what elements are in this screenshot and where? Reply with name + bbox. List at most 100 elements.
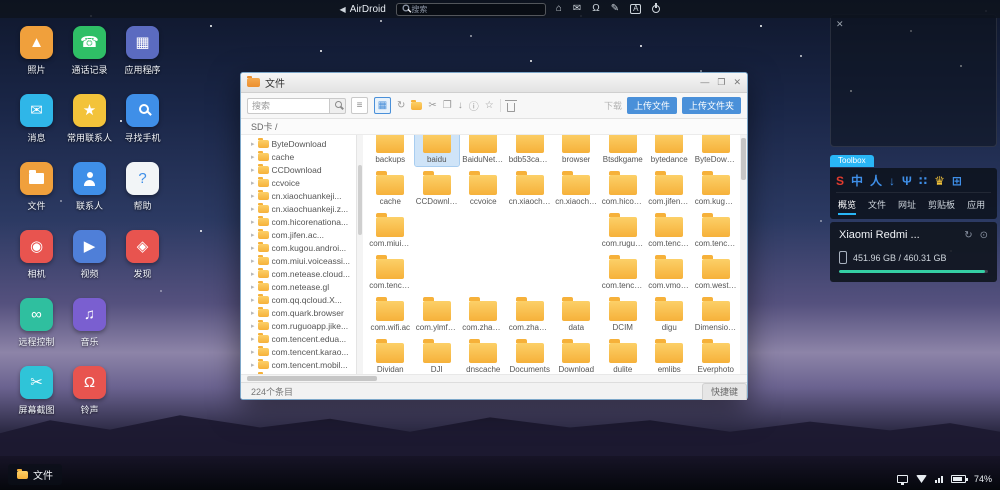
s-logo-icon[interactable]: S bbox=[836, 175, 844, 187]
toolbox-tab-文件[interactable]: 文件 bbox=[868, 198, 886, 215]
file-item[interactable]: ByteDownl... bbox=[693, 135, 740, 169]
download-icon[interactable]: ↓ bbox=[458, 100, 463, 111]
monitor-icon[interactable] bbox=[897, 475, 908, 483]
file-item[interactable]: com.wifi.ac bbox=[367, 295, 414, 337]
desktop-icon[interactable]: 文件 bbox=[10, 162, 63, 230]
file-item[interactable]: cache bbox=[367, 169, 414, 211]
file-item[interactable]: com.vmos... bbox=[646, 253, 693, 295]
compose-icon[interactable]: ✎ bbox=[611, 4, 619, 14]
desktop-icon[interactable]: ?帮助 bbox=[116, 162, 169, 230]
close-icon[interactable]: ✕ bbox=[836, 19, 844, 30]
desktop-icon[interactable]: 寻找手机 bbox=[116, 94, 169, 162]
list-view-icon[interactable]: ≡ bbox=[351, 97, 368, 114]
tree-item[interactable]: ▸cn.xiaochuankeji... bbox=[241, 189, 356, 202]
file-item[interactable]: cn.xiaochu... bbox=[507, 169, 554, 211]
language-icon[interactable]: A bbox=[630, 4, 641, 14]
file-item[interactable]: BaiduNetdi... bbox=[460, 135, 507, 169]
mic-icon[interactable]: Ψ bbox=[902, 175, 912, 187]
taskbar-file-item[interactable]: 文件 bbox=[8, 464, 62, 485]
file-item[interactable]: com.tence... bbox=[646, 211, 693, 253]
desktop-icon[interactable]: ♫音乐 bbox=[63, 298, 116, 366]
desktop-icon[interactable]: ✂屏幕截图 bbox=[10, 366, 63, 434]
file-item[interactable]: com.hicore... bbox=[600, 169, 647, 211]
file-item[interactable]: com.kugou... bbox=[693, 169, 740, 211]
file-item[interactable]: com.ruguo... bbox=[600, 211, 647, 253]
tree-item[interactable]: ▸com.jifen.ac... bbox=[241, 228, 356, 241]
grid-icon[interactable]: ⊞ bbox=[952, 175, 962, 187]
toolbox-tab-网址[interactable]: 网址 bbox=[898, 198, 916, 215]
file-search-input[interactable] bbox=[247, 98, 329, 114]
file-item[interactable]: Dimension... bbox=[693, 295, 740, 337]
breadcrumb[interactable]: SD卡 / bbox=[241, 119, 747, 135]
file-item[interactable]: com.miui.v... bbox=[367, 211, 414, 253]
desktop-icon[interactable]: ▲照片 bbox=[10, 26, 63, 94]
tree-item[interactable]: ▸com.qq.qcloud.X... bbox=[241, 293, 356, 306]
grid-view-icon[interactable]: ▦ bbox=[374, 97, 391, 114]
global-search[interactable] bbox=[396, 3, 546, 16]
file-item[interactable]: DJI bbox=[414, 337, 461, 374]
tree-item[interactable]: ▸com.miui.voiceassi... bbox=[241, 254, 356, 267]
file-item[interactable]: cn.xiaochu... bbox=[553, 169, 600, 211]
minimize-button[interactable]: — bbox=[700, 78, 709, 87]
tree-item[interactable]: ▸com.quark.browser bbox=[241, 306, 356, 319]
desktop-icon[interactable]: ▶视频 bbox=[63, 230, 116, 298]
file-item[interactable]: backups bbox=[367, 135, 414, 169]
file-item[interactable]: com.westb... bbox=[693, 253, 740, 295]
file-item[interactable]: browser bbox=[553, 135, 600, 169]
desktop-icon[interactable]: ★常用联系人 bbox=[63, 94, 116, 162]
file-item[interactable]: bytedance bbox=[646, 135, 693, 169]
toolbox-tab-概览[interactable]: 概览 bbox=[838, 198, 856, 215]
mail-icon[interactable]: ✉ bbox=[573, 4, 581, 14]
window-titlebar[interactable]: 文件 —❐✕ bbox=[241, 73, 747, 93]
global-search-input[interactable] bbox=[411, 5, 540, 14]
download-button[interactable]: 下载 bbox=[604, 99, 622, 112]
power-icon[interactable]: ⊙ bbox=[980, 230, 988, 241]
wifi-icon[interactable] bbox=[916, 475, 927, 483]
file-item[interactable]: com.zhaopi... bbox=[460, 295, 507, 337]
file-item[interactable]: com.jifen.ac bbox=[646, 169, 693, 211]
desktop-icon[interactable]: ☎通话记录 bbox=[63, 26, 116, 94]
delete-icon[interactable] bbox=[507, 100, 515, 112]
maximize-button[interactable]: ❐ bbox=[717, 78, 725, 87]
tree-item[interactable]: ▸com.tencent.edua... bbox=[241, 332, 356, 345]
file-item[interactable]: bdb53ca9-... bbox=[507, 135, 554, 169]
refresh-icon[interactable]: ↻ bbox=[964, 230, 972, 241]
close-button[interactable]: ✕ bbox=[733, 78, 741, 87]
upload-folder-button[interactable]: 上传文件夹 bbox=[682, 97, 741, 114]
file-item[interactable]: data bbox=[553, 295, 600, 337]
file-item[interactable]: CCDownload bbox=[414, 169, 461, 211]
tree-item[interactable]: ▸com.hicorenationa... bbox=[241, 215, 356, 228]
file-item[interactable]: emlibs bbox=[646, 337, 693, 374]
user-icon[interactable]: 人 bbox=[870, 175, 882, 187]
download-icon[interactable]: ↓ bbox=[889, 175, 895, 187]
notification-bell-icon[interactable]: Ω bbox=[592, 4, 599, 14]
cast-icon[interactable]: ⌂ bbox=[556, 4, 562, 14]
toolbox-tab[interactable]: Toolbox bbox=[830, 155, 874, 167]
file-item[interactable]: Download bbox=[553, 337, 600, 374]
vip-icon[interactable]: ♛ bbox=[934, 175, 945, 187]
tree-item[interactable]: ▸com.tencent.mobil... bbox=[241, 358, 356, 371]
tree-item[interactable]: ▸CCDownload bbox=[241, 163, 356, 176]
grid-scrollbar-thumb[interactable] bbox=[741, 138, 746, 180]
tree-item[interactable]: ▸com.netease.cloud... bbox=[241, 267, 356, 280]
toolbox-tab-应用[interactable]: 应用 bbox=[967, 198, 985, 215]
desktop-icon[interactable]: ▦应用程序 bbox=[116, 26, 169, 94]
file-item[interactable]: Everphoto bbox=[693, 337, 740, 374]
copy-icon[interactable]: ❐ bbox=[443, 100, 452, 111]
translate-icon[interactable]: 中 bbox=[851, 175, 863, 187]
file-item[interactable]: Btsdkgame bbox=[600, 135, 647, 169]
tree-scrollbar-thumb[interactable] bbox=[358, 165, 362, 235]
file-item[interactable]: DCIM bbox=[600, 295, 647, 337]
shortcut-keys-button[interactable]: 快捷键 bbox=[702, 383, 747, 400]
tree-item[interactable]: ▸cn.xiaochuankeji.z... bbox=[241, 202, 356, 215]
tree-item[interactable]: ▸com.tencent.karao... bbox=[241, 345, 356, 358]
file-item[interactable]: baidu bbox=[414, 135, 461, 169]
desktop-icon[interactable]: ◉相机 bbox=[10, 230, 63, 298]
tree-item[interactable]: ▸ByteDownload bbox=[241, 137, 356, 150]
tree-item[interactable]: ▸ccvoice bbox=[241, 176, 356, 189]
file-item[interactable]: com.ylmf.a... bbox=[414, 295, 461, 337]
file-item[interactable]: digu bbox=[646, 295, 693, 337]
tree-item[interactable]: ▸com.netease.gl bbox=[241, 280, 356, 293]
refresh-icon[interactable]: ↻ bbox=[397, 100, 405, 111]
tree-item[interactable]: ▸com.ruguoapp.jike... bbox=[241, 319, 356, 332]
